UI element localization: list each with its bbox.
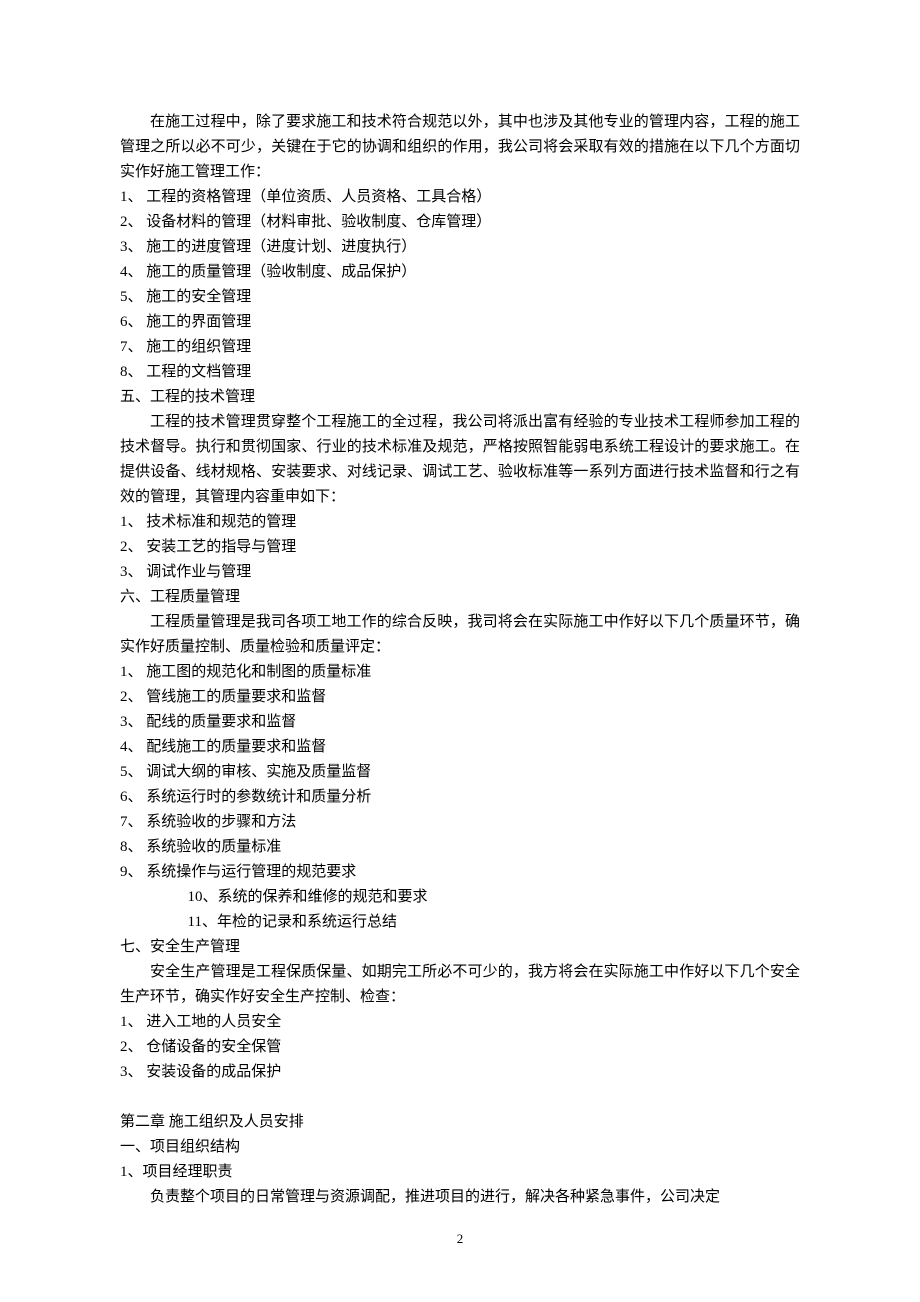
list-item: 8、 工程的文档管理 [120, 360, 800, 385]
list-item: 1、 技术标准和规范的管理 [120, 510, 800, 535]
list-item: 3、 安装设备的成品保护 [120, 1060, 800, 1085]
chapter-2-sub-2: 1、项目经理职责 [120, 1160, 800, 1185]
sub-list-item: 10、系统的保养和维修的规范和要求 [120, 885, 800, 910]
intro-paragraph: 在施工过程中，除了要求施工和技术符合规范以外，其中也涉及其他专业的管理内容，工程… [120, 110, 800, 185]
list-item: 2、 设备材料的管理（材料审批、验收制度、仓库管理） [120, 210, 800, 235]
list-item: 6、 系统运行时的参数统计和质量分析 [120, 785, 800, 810]
page-number: 2 [0, 1231, 920, 1247]
list-item: 4、 配线施工的质量要求和监督 [120, 735, 800, 760]
chapter-2-heading: 第二章 施工组织及人员安排 [120, 1110, 800, 1135]
list-item: 5、 施工的安全管理 [120, 285, 800, 310]
list-item: 1、 工程的资格管理（单位资质、人员资格、工具合格） [120, 185, 800, 210]
section-5-paragraph: 工程的技术管理贯穿整个工程施工的全过程，我公司将派出富有经验的专业技术工程师参加… [120, 410, 800, 510]
section-6-paragraph: 工程质量管理是我司各项工地工作的综合反映，我司将会在实际施工中作好以下几个质量环… [120, 610, 800, 660]
list-item: 9、 系统操作与运行管理的规范要求 [120, 860, 800, 885]
list-item: 2、 仓储设备的安全保管 [120, 1035, 800, 1060]
list-item: 7、 施工的组织管理 [120, 335, 800, 360]
chapter-2-sub-1: 一、项目组织结构 [120, 1135, 800, 1160]
section-7-heading: 七、安全生产管理 [120, 935, 800, 960]
list-item: 1、 施工图的规范化和制图的质量标准 [120, 660, 800, 685]
list-item: 3、 调试作业与管理 [120, 560, 800, 585]
sub-list-item: 11、年检的记录和系统运行总结 [120, 910, 800, 935]
list-item: 1、 进入工地的人员安全 [120, 1010, 800, 1035]
list-item: 3、 配线的质量要求和监督 [120, 710, 800, 735]
list-item: 3、 施工的进度管理（进度计划、进度执行） [120, 235, 800, 260]
list-item: 8、 系统验收的质量标准 [120, 835, 800, 860]
list-item: 2、 管线施工的质量要求和监督 [120, 685, 800, 710]
section-7-paragraph: 安全生产管理是工程保质保量、如期完工所必不可少的，我方将会在实际施工中作好以下几… [120, 960, 800, 1010]
list-item: 4、 施工的质量管理（验收制度、成品保护） [120, 260, 800, 285]
list-item: 2、 安装工艺的指导与管理 [120, 535, 800, 560]
list-item: 7、 系统验收的步骤和方法 [120, 810, 800, 835]
list-item: 5、 调试大纲的审核、实施及质量监督 [120, 760, 800, 785]
chapter-2-paragraph: 负责整个项目的日常管理与资源调配，推进项目的进行，解决各种紧急事件，公司决定 [120, 1185, 800, 1210]
list-item: 6、 施工的界面管理 [120, 310, 800, 335]
section-6-heading: 六、工程质量管理 [120, 585, 800, 610]
document-page: 在施工过程中，除了要求施工和技术符合规范以外，其中也涉及其他专业的管理内容，工程… [0, 0, 920, 1302]
section-5-heading: 五、工程的技术管理 [120, 385, 800, 410]
